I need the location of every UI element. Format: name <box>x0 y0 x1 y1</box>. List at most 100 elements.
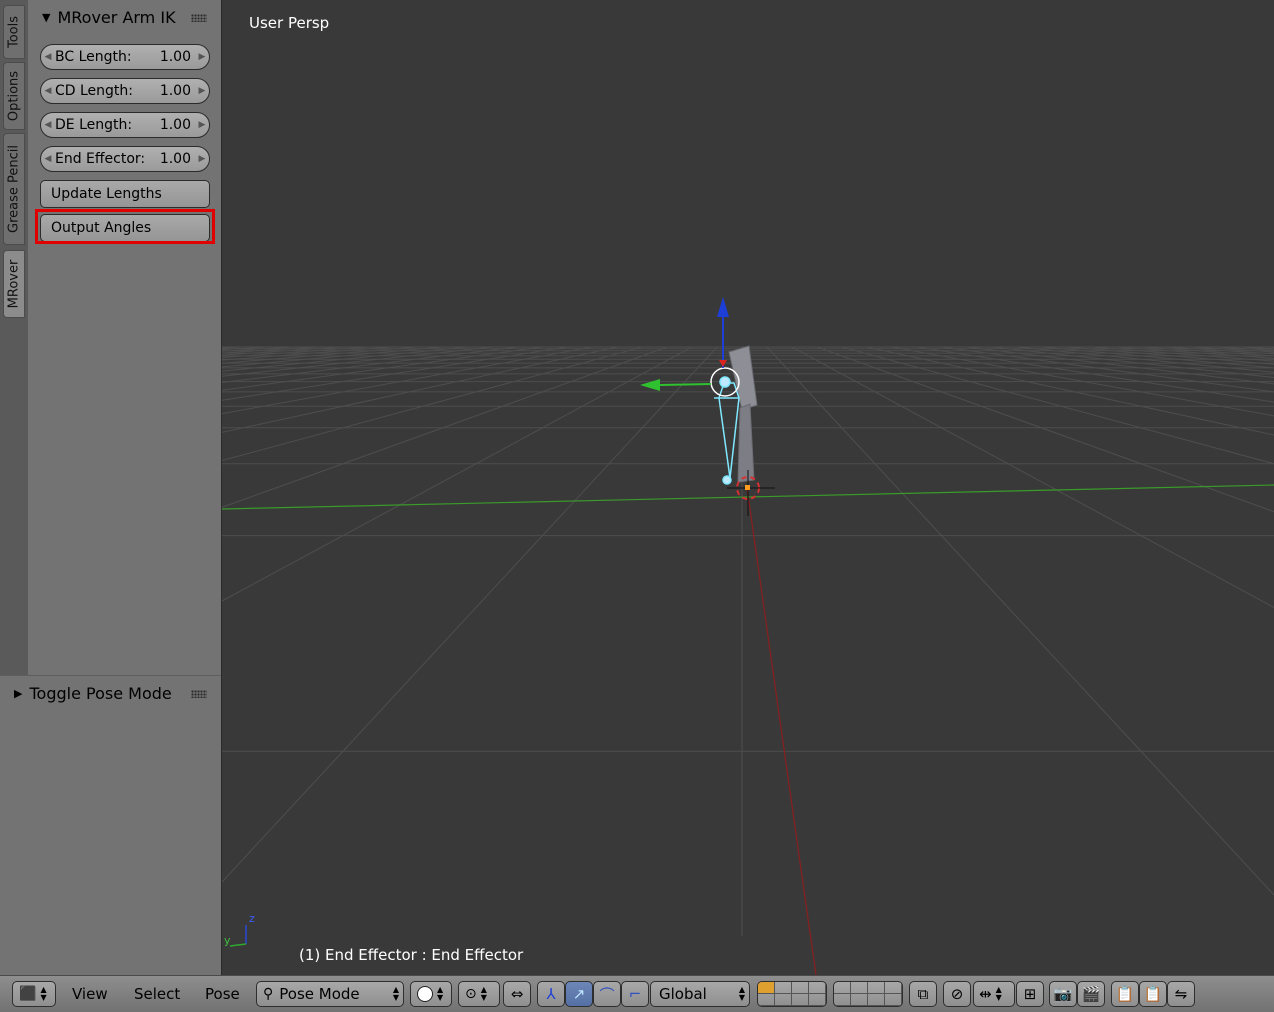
lock-camera-button[interactable]: ⧉ <box>909 981 937 1007</box>
translate-arrow-button[interactable]: ↗ <box>565 981 593 1007</box>
panel-title: MRover Arm IK <box>57 8 175 27</box>
de-length-field[interactable]: ◀ DE Length: 1.00 ▶ <box>40 112 210 138</box>
updown-icon: ▲▼ <box>393 986 399 1002</box>
scale-manipulator-button[interactable]: ⌐ <box>621 981 649 1007</box>
manipulator-toggle-button[interactable]: ⇔ <box>503 981 531 1007</box>
3d-viewport[interactable]: z y User Persp (1) End Effector : End Ef… <box>222 0 1274 975</box>
bone-head-joint <box>720 377 730 387</box>
layers-group-1[interactable] <box>757 981 827 1007</box>
pose-mode-icon: ⚲ <box>263 986 273 1002</box>
panel-header[interactable]: ▶ Toggle Pose Mode <box>14 678 172 708</box>
tab-options-label: Options <box>7 71 22 121</box>
scale-icon: ⌐ <box>629 985 642 1003</box>
solid-shading-icon <box>417 986 433 1002</box>
updown-icon: ▲▼ <box>481 986 487 1002</box>
snap-icon: ⇹ <box>979 985 992 1003</box>
tool-shelf: Tools Options Grease Pencil MRover ▼ MRo… <box>0 0 222 975</box>
proportional-icon: ⊘ <box>951 985 964 1003</box>
cd-length-field[interactable]: ◀ CD Length: 1.00 ▶ <box>40 78 210 104</box>
decrement-arrow-icon[interactable]: ◀ <box>41 52 55 62</box>
tab-grease-pencil-label: Grease Pencil <box>7 145 22 233</box>
field-value: 1.00 <box>160 49 191 65</box>
increment-arrow-icon[interactable]: ▶ <box>195 120 209 130</box>
updown-icon: ▲▼ <box>739 986 745 1002</box>
transform-orientation-select[interactable]: Global ▲▼ <box>650 981 750 1007</box>
pivot-point-button[interactable]: ⊙ ▲▼ <box>458 981 500 1007</box>
tab-mrover[interactable]: MRover <box>3 250 25 318</box>
drag-grip-icon[interactable] <box>191 690 207 698</box>
y-manipulator-arrow <box>640 379 660 391</box>
proportional-edit-button[interactable]: ⊘ <box>943 981 971 1007</box>
x-axis-line <box>747 488 816 975</box>
bc-length-field[interactable]: ◀ BC Length: 1.00 ▶ <box>40 44 210 70</box>
manipulator-icon: ⇔ <box>511 985 524 1003</box>
rotate-icon: ⌒ <box>599 984 614 1005</box>
orientation-label: Global <box>659 985 735 1003</box>
field-value: 1.00 <box>160 117 191 133</box>
increment-arrow-icon[interactable]: ▶ <box>195 154 209 164</box>
menu-view[interactable]: View <box>72 985 108 1003</box>
snap-target-button[interactable]: ⊞ <box>1016 981 1044 1007</box>
active-layer-cell[interactable] <box>758 982 775 994</box>
render-animation-button[interactable]: 🎬 <box>1077 981 1105 1007</box>
panel-title: Toggle Pose Mode <box>29 684 171 703</box>
field-label: DE Length: <box>55 117 160 133</box>
updown-icon: ▲▼ <box>996 986 1002 1002</box>
layers-group-2[interactable] <box>833 981 903 1007</box>
bone-lower <box>738 404 754 482</box>
origin-dot <box>745 485 750 490</box>
rotate-manipulator-button[interactable]: ⌒ <box>593 981 621 1007</box>
view3d-header: ⬛ ▲▼ View Select Pose ⚲ Pose Mode ▲▼ ▲▼ … <box>0 975 1274 1012</box>
mini-z-label: z <box>249 912 255 925</box>
updown-icon: ▲▼ <box>40 986 46 1002</box>
paste-flipped-pose-button[interactable]: ⇋ <box>1167 981 1195 1007</box>
mrover-arm-ik-panel: ▼ MRover Arm IK ◀ BC Length: 1.00 ▶ ◀ CD… <box>28 0 221 675</box>
menu-select[interactable]: Select <box>134 985 180 1003</box>
increment-arrow-icon[interactable]: ▶ <box>195 86 209 96</box>
tab-tools[interactable]: Tools <box>3 5 25 59</box>
copy-pose-button[interactable]: 📋 <box>1111 981 1139 1007</box>
tab-grease-pencil[interactable]: Grease Pencil <box>3 133 25 245</box>
field-label: BC Length: <box>55 49 160 65</box>
collapse-triangle-icon[interactable]: ▼ <box>42 11 50 24</box>
copy-icon: 📋 <box>1116 985 1135 1003</box>
toggle-pose-mode-panel: ▶ Toggle Pose Mode <box>0 675 221 976</box>
paste-pose-button[interactable]: 📋 <box>1139 981 1167 1007</box>
bone-tail-joint <box>723 476 731 484</box>
tab-options[interactable]: Options <box>3 62 25 130</box>
paste-flipped-icon: ⇋ <box>1175 985 1188 1003</box>
end-effector-field[interactable]: ◀ End Effector: 1.00 ▶ <box>40 146 210 172</box>
decrement-arrow-icon[interactable]: ◀ <box>41 154 55 164</box>
camera-icon: 📷 <box>1054 985 1073 1003</box>
drag-grip-icon[interactable] <box>191 14 207 22</box>
update-lengths-button[interactable]: Update Lengths <box>40 180 210 208</box>
object-info: (1) End Effector : End Effector <box>299 946 523 964</box>
field-value: 1.00 <box>160 83 191 99</box>
mini-y-label: y <box>224 934 231 947</box>
field-label: End Effector: <box>55 151 160 167</box>
mode-label: Pose Mode <box>279 985 389 1003</box>
view-label: User Persp <box>249 14 329 32</box>
y-manipulator-line <box>660 384 711 385</box>
increment-arrow-icon[interactable]: ▶ <box>195 52 209 62</box>
editor-type-button[interactable]: ⬛ ▲▼ <box>12 981 56 1007</box>
decrement-arrow-icon[interactable]: ◀ <box>41 120 55 130</box>
translate-axes-icon: ⅄ <box>546 985 555 1003</box>
layer-grid[interactable] <box>834 982 902 1006</box>
panel-header[interactable]: ▼ MRover Arm IK <box>42 2 176 32</box>
expand-triangle-icon[interactable]: ▶ <box>14 687 22 700</box>
shelf-tab-strip: Tools Options Grease Pencil MRover <box>0 0 29 675</box>
field-label: CD Length: <box>55 83 160 99</box>
mini-y-axis <box>230 944 246 946</box>
snap-element-button[interactable]: ⇹ ▲▼ <box>973 981 1015 1007</box>
decrement-arrow-icon[interactable]: ◀ <box>41 86 55 96</box>
mode-selector[interactable]: ⚲ Pose Mode ▲▼ <box>256 981 404 1007</box>
layer-grid[interactable] <box>758 982 826 1006</box>
clapper-icon: 🎬 <box>1082 985 1101 1003</box>
pivot-icon: ⊙ <box>465 986 477 1002</box>
viewport-shading-button[interactable]: ▲▼ <box>410 981 452 1007</box>
paste-icon: 📋 <box>1144 985 1163 1003</box>
render-still-button[interactable]: 📷 <box>1049 981 1077 1007</box>
menu-pose[interactable]: Pose <box>205 985 240 1003</box>
translate-manipulator-button[interactable]: ⅄ <box>537 981 565 1007</box>
